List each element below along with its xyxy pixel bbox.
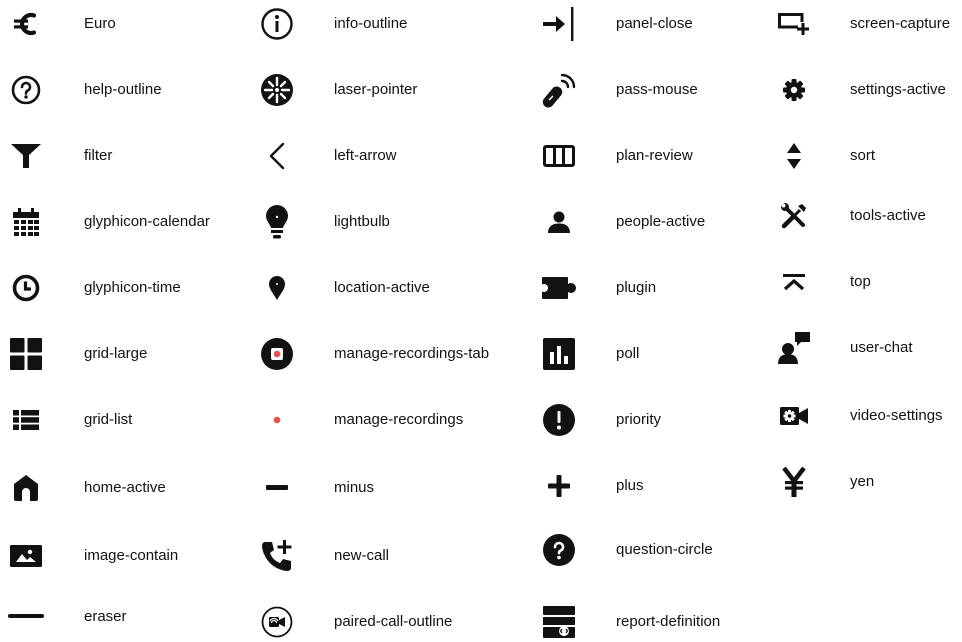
video-settings-icon: [774, 396, 814, 436]
question-circle-icon: [539, 530, 579, 570]
icon-label: home-active: [84, 479, 166, 496]
icon-label: panel-close: [616, 15, 693, 32]
grid-list-icon: [6, 400, 46, 440]
icon-label: Euro: [84, 15, 116, 32]
icon-label: priority: [616, 411, 662, 428]
record-dot-icon: [257, 400, 297, 440]
eraser-icon: [6, 597, 46, 637]
icon-label: report-definition: [616, 613, 721, 630]
info-outline-icon: [257, 4, 297, 44]
icon-label: eraser: [84, 608, 127, 625]
pass-mouse-icon: [539, 70, 579, 110]
icon-label: location-active: [334, 279, 430, 296]
icon-label: people-active: [616, 213, 706, 230]
icon-label: question-circle: [616, 541, 713, 558]
tools-icon: [774, 196, 814, 236]
plan-review-icon: [539, 136, 579, 176]
icon-label: glyphicon-time: [84, 279, 181, 296]
minus-icon: [257, 468, 297, 508]
icon-label: top: [850, 273, 871, 290]
icon-label: plan-review: [616, 147, 693, 164]
lightbulb-icon: [257, 202, 297, 242]
icon-label: user-chat: [850, 339, 913, 356]
icon-label: manage-recordings: [334, 411, 464, 428]
person-icon: [539, 202, 579, 242]
grid-large-icon: [6, 334, 46, 374]
laser-pointer-icon: [257, 70, 297, 110]
icon-label: help-outline: [84, 81, 162, 98]
record-tab-icon: [257, 334, 297, 374]
icon-label: pass-mouse: [616, 81, 698, 98]
filter-icon: [6, 136, 46, 176]
icon-label: paired-call-outline: [334, 613, 453, 630]
poll-icon: [539, 334, 579, 374]
icon-label: image-contain: [84, 547, 179, 564]
top-icon: [774, 262, 814, 302]
plus-icon: [539, 466, 579, 506]
icon-label: lightbulb: [334, 213, 390, 230]
sort-icon: [774, 136, 814, 176]
euro-icon: [6, 4, 46, 44]
location-pin-icon: [257, 268, 297, 308]
icon-label: tools-active: [850, 207, 926, 224]
icon-label: yen: [850, 473, 875, 490]
icon-label: settings-active: [850, 81, 946, 98]
icon-label: new-call: [334, 547, 390, 564]
paired-call-icon: [257, 602, 297, 642]
icon-label: grid-list: [84, 411, 133, 428]
left-arrow-icon: [257, 136, 297, 176]
icon-label: minus: [334, 479, 375, 496]
icon-label: left-arrow: [334, 147, 397, 164]
report-definition-icon: [539, 602, 579, 642]
priority-icon: [539, 400, 579, 440]
calendar-icon: [6, 202, 46, 242]
icon-label: poll: [616, 345, 640, 362]
icon-label: manage-recordings-tab: [334, 345, 490, 362]
icon-label: screen-capture: [850, 15, 951, 32]
gear-icon: [774, 70, 814, 110]
icon-label: sort: [850, 147, 876, 164]
clock-icon: [6, 268, 46, 308]
icon-label: video-settings: [850, 407, 943, 424]
home-icon: [6, 468, 46, 508]
new-call-icon: [257, 536, 297, 576]
icon-label: grid-large: [84, 345, 148, 362]
icon-label: filter: [84, 147, 113, 164]
help-outline-icon: [6, 70, 46, 110]
icon-label: glyphicon-calendar: [84, 213, 210, 230]
image-icon: [6, 536, 46, 576]
panel-close-icon: [539, 4, 579, 44]
icon-label: info-outline: [334, 15, 408, 32]
screen-capture-icon: [774, 4, 814, 44]
icon-label: laser-pointer: [334, 81, 418, 98]
icon-label: plugin: [616, 279, 657, 296]
icon-label: plus: [616, 477, 644, 494]
yen-icon: [774, 462, 814, 502]
plugin-icon: [539, 268, 579, 308]
user-chat-icon: [774, 328, 814, 368]
